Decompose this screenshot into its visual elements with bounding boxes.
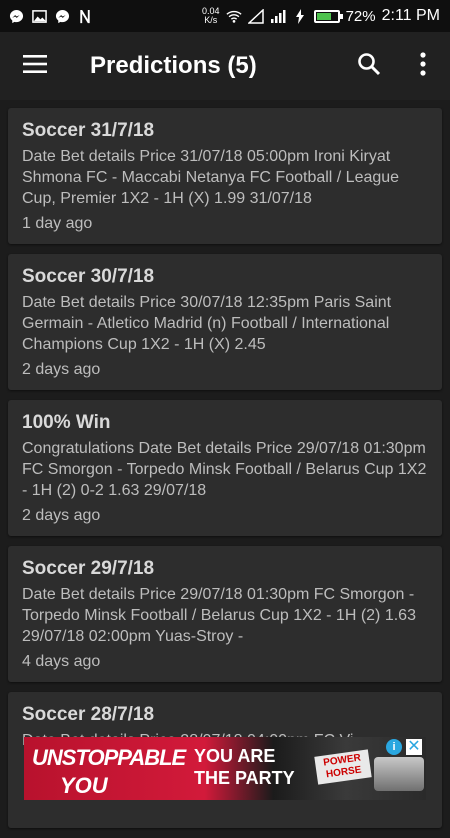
notification-icons (0, 8, 93, 24)
signal-bars-icon (270, 8, 286, 24)
card-timestamp: 2 days ago (22, 507, 101, 524)
network-speed: 0.04 K/s (202, 7, 220, 25)
more-vertical-icon (420, 51, 426, 81)
hamburger-menu-icon (23, 54, 47, 78)
messenger-icon (8, 8, 24, 24)
battery-icon (313, 9, 343, 23)
battery-percent: 72% (345, 7, 376, 25)
prediction-card[interactable]: Soccer 31/7/18 Date Bet details Price 31… (8, 108, 442, 244)
ad-brand-logo: POWER HORSE (314, 749, 372, 785)
messenger-icon (54, 8, 70, 24)
ad-banner[interactable]: UNSTOPPABLE YOU YOU ARE THE PARTY POWER … (24, 737, 426, 800)
prediction-card[interactable]: Soccer 30/7/18 Date Bet details Price 30… (8, 254, 442, 390)
search-button[interactable] (342, 32, 396, 100)
prediction-card[interactable]: Soccer 29/7/18 Date Bet details Price 29… (8, 546, 442, 682)
ad-headline-2: YOU (60, 773, 108, 798)
card-body: Date Bet details Price 29/07/18 01:30pm … (22, 586, 416, 645)
card-title: Soccer 29/7/18 (22, 558, 155, 579)
network-speed-unit: K/s (204, 15, 218, 25)
ad-tagline: YOU ARE THE PARTY (194, 745, 295, 789)
wifi-icon (225, 8, 242, 24)
charging-icon (292, 8, 308, 24)
page-title: Predictions (5) (90, 52, 257, 79)
menu-button[interactable] (0, 32, 70, 100)
card-timestamp: 4 days ago (22, 653, 101, 670)
ad-product-image (374, 757, 424, 791)
card-body: Congratulations Date Bet details Price 2… (22, 440, 427, 499)
card-title: Soccer 28/7/18 (22, 704, 155, 725)
prediction-card[interactable]: 100% Win Congratulations Date Bet detail… (8, 400, 442, 536)
status-bar: 0.04 K/s 72% 2:11 PM (0, 0, 450, 32)
clock: 2:11 PM (381, 7, 440, 24)
card-timestamp: 1 day ago (22, 215, 93, 232)
image-icon (31, 8, 47, 24)
card-body: Date Bet details Price 30/07/18 12:35pm … (22, 294, 392, 353)
ad-headline: UNSTOPPABLE (32, 745, 186, 770)
ad-tagline-line2: THE PARTY (194, 768, 295, 788)
card-body: Date Bet details Price 31/07/18 05:00pm … (22, 148, 400, 207)
ad-info-icon[interactable]: i (386, 739, 402, 755)
search-icon (357, 52, 381, 81)
app-bar: Predictions (5) (0, 32, 450, 100)
more-options-button[interactable] (396, 32, 450, 100)
card-title: Soccer 30/7/18 (22, 266, 155, 287)
card-timestamp: 2 days ago (22, 361, 101, 378)
n-icon (77, 8, 93, 24)
signal-empty-icon (247, 8, 264, 24)
ad-tagline-line1: YOU ARE (194, 746, 276, 766)
card-title: 100% Win (22, 412, 111, 433)
ad-close-icon[interactable]: ✕ (406, 739, 422, 755)
card-title: Soccer 31/7/18 (22, 120, 155, 141)
predictions-list: Soccer 31/7/18 Date Bet details Price 31… (8, 108, 442, 838)
